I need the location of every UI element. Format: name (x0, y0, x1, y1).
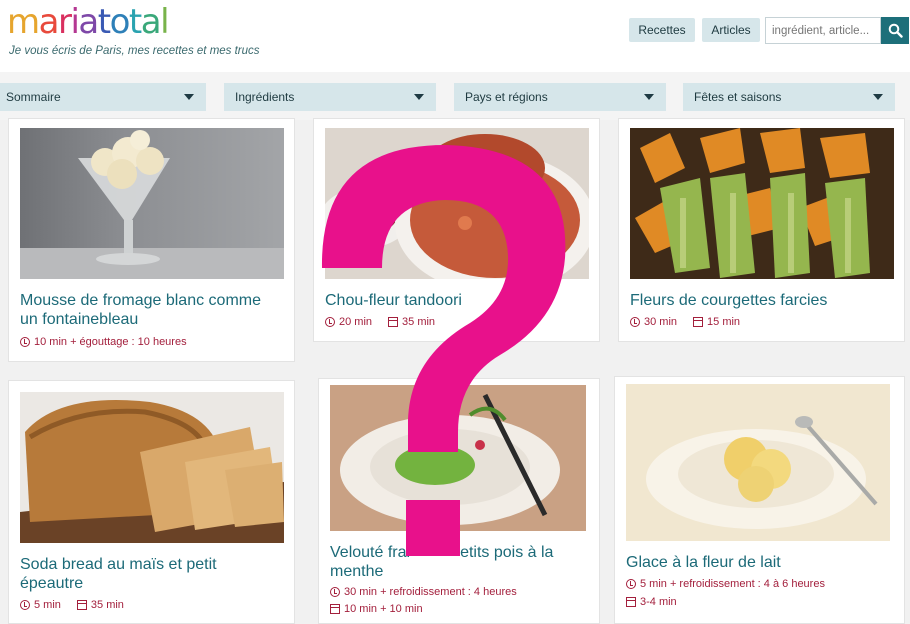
filter-label: Sommaire (6, 90, 61, 104)
logo-letter: a (78, 2, 99, 42)
logo-letter: l (160, 2, 169, 42)
recipe-times: 30 min 15 min (630, 316, 740, 328)
recipe-title[interactable]: Fleurs de courgettes farcies (630, 291, 827, 310)
recipe-times: 5 min 35 min (20, 599, 124, 611)
cook-time-value: 15 min (707, 316, 741, 328)
filter-label: Pays et régions (465, 90, 548, 104)
filter-pays-regions[interactable]: Pays et régions (454, 83, 666, 111)
recipe-title[interactable]: Soda bread au maïs et petit épeautre (20, 555, 217, 593)
prep-time-value: 10 min + égouttage : 10 heures (34, 336, 187, 348)
clock-icon (325, 317, 335, 327)
recipe-card[interactable]: Velouté frai etits pois à la menthe 30 mi… (318, 378, 600, 624)
logo-letter: t (128, 2, 142, 42)
prep-time-value: 30 min (644, 316, 678, 328)
recipe-card[interactable]: Glace à la fleur de lait 5 min + refroid… (614, 376, 905, 624)
site-tagline: Je vous écris de Paris, mes recettes et … (9, 45, 260, 57)
title-part: Velouté frai (330, 544, 411, 561)
recipe-title[interactable]: Velouté frai etits pois à la menthe (330, 543, 553, 581)
filter-label: Fêtes et saisons (694, 90, 782, 104)
title-part: etits pois à la (460, 544, 554, 561)
clock-icon (626, 579, 636, 589)
prep-time: 5 min + refroidissement : 4 à 6 heures (626, 578, 825, 590)
recipe-photo[interactable] (330, 385, 586, 531)
title-line: Fleurs de courgettes farcies (630, 292, 828, 309)
oven-icon (626, 597, 636, 607)
logo-letter: t (97, 2, 111, 42)
recipe-title[interactable]: Mousse de fromage blanc comme un fontain… (20, 291, 261, 329)
filter-bar: Sommaire Ingrédients Pays et régions Fêt… (0, 72, 910, 120)
prep-time: 30 min + refroidissement : 4 heures (330, 586, 517, 598)
prep-time-value: 5 min (34, 599, 61, 611)
recipe-photo[interactable] (20, 392, 284, 543)
site-header: mariatotal Je vous écris de Paris, mes r… (0, 0, 910, 72)
prep-time: 10 min + égouttage : 10 heures (20, 336, 187, 348)
chevron-down-icon (414, 94, 424, 100)
logo-letter: a (38, 2, 60, 42)
recipe-photo[interactable] (630, 128, 894, 279)
clock-icon (630, 317, 640, 327)
recipe-times: 20 min 35 min (325, 316, 435, 328)
filter-fetes-saisons[interactable]: Fêtes et saisons (683, 83, 895, 111)
nav-articles-button[interactable]: Articles (702, 18, 760, 42)
cook-time: 10 min + 10 min (330, 603, 423, 615)
nav-recettes-button[interactable]: Recettes (629, 18, 695, 42)
site-logo[interactable]: mariatotal (7, 2, 170, 42)
recipe-title[interactable]: Glace à la fleur de lait (626, 553, 781, 572)
filter-sommaire[interactable]: Sommaire (0, 83, 206, 111)
prep-time-value: 5 min + refroidissement : 4 à 6 heures (640, 578, 825, 590)
recipe-card[interactable]: Fleurs de courgettes farcies 30 min 15 m… (618, 118, 905, 342)
recipe-title[interactable]: Chou-fleur tandoori (325, 291, 462, 310)
filter-label: Ingrédients (235, 90, 295, 104)
clock-icon (330, 587, 340, 597)
prep-time-value: 20 min (339, 316, 373, 328)
title-line: Velouté frai etits pois à la (330, 543, 553, 562)
cook-time-value: 35 min (402, 316, 436, 328)
oven-icon (330, 604, 340, 614)
recipe-card[interactable]: Mousse de fromage blanc comme un fontain… (8, 118, 295, 362)
title-line: Soda bread au maïs et petit (20, 556, 217, 573)
oven-icon (693, 317, 704, 327)
recipe-photo[interactable] (626, 384, 890, 541)
filter-ingredients[interactable]: Ingrédients (224, 83, 436, 111)
prep-time-value: 30 min + refroidissement : 4 heures (344, 586, 517, 598)
recipe-photo[interactable] (20, 128, 284, 279)
clock-icon (20, 600, 30, 610)
logo-letter: r (57, 2, 72, 42)
cook-time-value: 35 min (90, 599, 124, 611)
chevron-down-icon (184, 94, 194, 100)
title-line: épeautre (20, 575, 84, 592)
title-line: Glace à la fleur de lait (626, 554, 781, 571)
chevron-down-icon (644, 94, 654, 100)
title-line: menthe (330, 563, 384, 580)
recipe-card[interactable]: Chou-fleur tandoori 20 min 35 min (313, 118, 600, 342)
logo-letter: o (109, 2, 131, 42)
title-line: Chou-fleur tandoori (325, 292, 462, 309)
recipe-card[interactable]: Soda bread au maïs et petit épeautre 5 m… (8, 380, 295, 624)
clock-icon (20, 337, 30, 347)
title-line: un fontainebleau (20, 311, 139, 328)
cook-time: 3-4 min (626, 596, 677, 608)
oven-icon (76, 600, 87, 610)
logo-letter: m (7, 2, 40, 42)
recipe-photo[interactable] (325, 128, 589, 279)
cook-time-value: 10 min + 10 min (344, 603, 423, 615)
search-input[interactable] (765, 17, 881, 44)
search-button[interactable] (881, 17, 909, 44)
cook-time-value: 3-4 min (640, 596, 677, 608)
title-line: Mousse de fromage blanc comme (20, 292, 261, 309)
logo-letter: a (140, 2, 162, 42)
chevron-down-icon (873, 94, 883, 100)
search-icon (888, 23, 903, 38)
oven-icon (388, 317, 399, 327)
